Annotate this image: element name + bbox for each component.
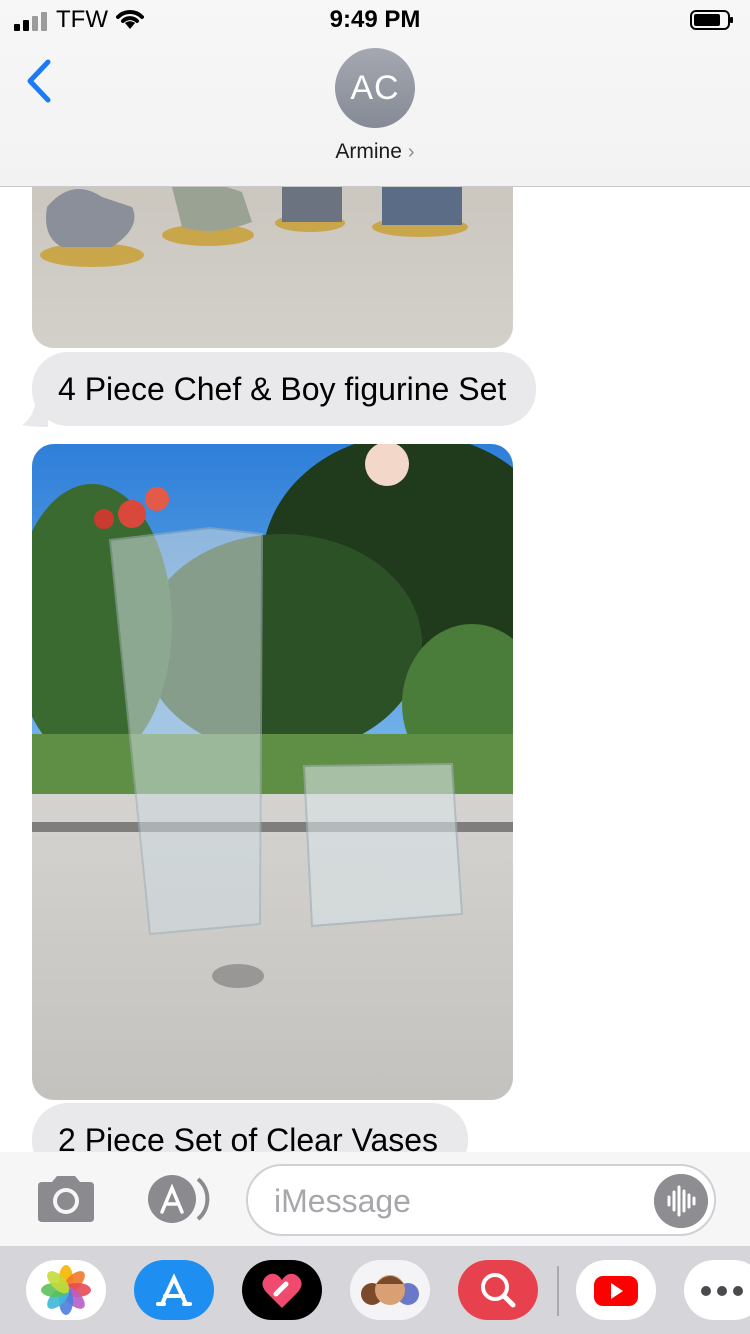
memoji-icon[interactable]	[350, 1260, 430, 1320]
vases-image	[32, 444, 513, 1100]
contact-name-button[interactable]: Armine ›	[0, 140, 750, 164]
status-bar: TFW 9:49 PM	[0, 0, 750, 40]
images-search-icon[interactable]	[458, 1260, 538, 1320]
contact-name: Armine	[335, 140, 402, 163]
figurines-image	[32, 187, 513, 348]
compose-bar	[0, 1152, 750, 1246]
app-store-icon[interactable]	[134, 1260, 214, 1320]
photos-icon[interactable]	[26, 1260, 106, 1320]
imessage-input[interactable]	[272, 1178, 646, 1224]
more-icon[interactable]	[684, 1260, 750, 1320]
message-bubble[interactable]: 4 Piece Chef & Boy figurine Set	[32, 352, 537, 426]
chevron-right-icon: ›	[407, 141, 415, 163]
audio-message-icon[interactable]	[654, 1174, 708, 1228]
contact-avatar[interactable]: AC	[335, 48, 415, 128]
figurines-photo[interactable]	[32, 187, 513, 348]
back-chevron-icon[interactable]	[20, 56, 60, 106]
app-store-button-icon[interactable]	[140, 1174, 212, 1224]
battery-icon	[690, 10, 733, 30]
conversation-header: TFW 9:49 PM AC Armine ›	[0, 0, 750, 187]
app-drawer	[0, 1246, 750, 1334]
drawer-divider	[557, 1266, 559, 1316]
youtube-icon[interactable]	[576, 1260, 656, 1320]
digital-touch-icon[interactable]	[242, 1260, 322, 1320]
camera-icon[interactable]	[34, 1174, 98, 1224]
imessage-field[interactable]	[246, 1164, 716, 1236]
message-thread[interactable]: 4 Piece Chef & Boy figurine Set 2 Piece …	[0, 187, 750, 1152]
status-time: 9:49 PM	[329, 6, 421, 33]
message-bubble[interactable]: 2 Piece Set of Clear Vases	[32, 1103, 469, 1152]
vases-photo[interactable]	[32, 444, 513, 1100]
